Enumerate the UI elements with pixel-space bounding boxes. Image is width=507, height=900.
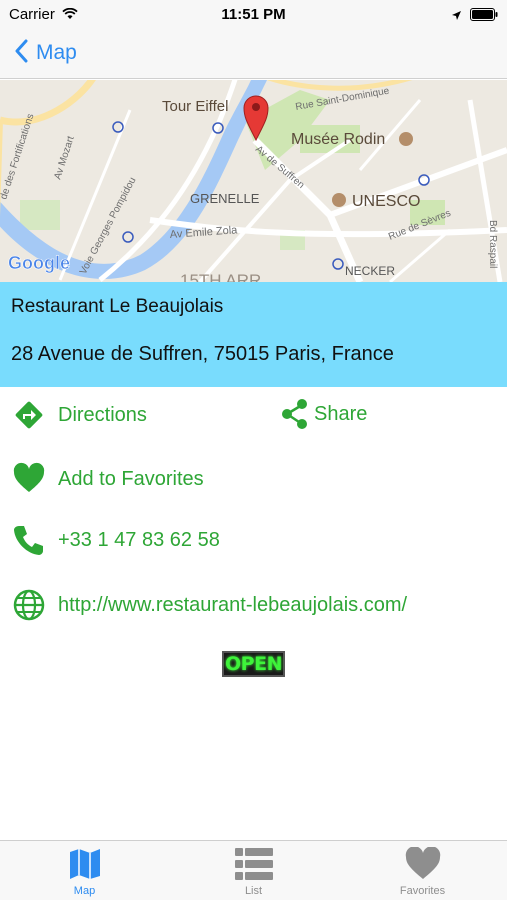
add-to-favorites-button[interactable]: Add to Favorites [12,462,204,496]
back-button[interactable]: Map [14,38,77,68]
navigation-bar: Map [0,28,507,79]
heart-icon [12,462,46,496]
map-view[interactable]: Tour Eiffel Rue Saint-Dominique Musée Ro… [0,80,507,282]
map-icon [0,847,169,881]
battery-icon [470,8,498,26]
tab-bar: Map List Favorites [0,840,507,900]
tab-list[interactable]: List [169,841,338,900]
directions-button[interactable]: Directions [12,398,147,432]
back-button-label: Map [36,41,77,64]
directions-icon [12,398,46,432]
tab-map[interactable]: Map [0,841,169,900]
map-label-grenelle: GRENELLE [190,191,260,206]
map-label-tour-eiffel: Tour Eiffel [162,98,228,115]
phone-icon [12,523,46,557]
clock: 11:51 PM [221,6,286,23]
directions-label: Directions [58,403,147,426]
tab-favorites[interactable]: Favorites [338,841,507,900]
open-sign-text: OPEN [225,653,282,675]
map-label-15th-arr: 15TH ARR. [180,271,266,282]
place-address: 28 Avenue de Suffren, 75015 Paris, Franc… [11,343,394,365]
map-label-necker: NECKER [345,264,395,278]
phone-number: +33 1 47 83 62 58 [58,528,220,551]
website-url: http://www.restaurant-lebeaujolais.com/ [58,593,408,616]
share-button[interactable]: Share [278,397,367,431]
chevron-left-icon [14,39,28,68]
status-bar: Carrier 11:51 PM [0,0,507,28]
phone-button[interactable]: +33 1 47 83 62 58 [12,523,220,557]
place-name: Restaurant Le Beaujolais [11,296,224,317]
website-link[interactable]: http://www.restaurant-lebeaujolais.com/ [12,588,407,622]
map-label-unesco: UNESCO [352,193,420,210]
map-label-musee-rodin: Musée Rodin [291,131,385,148]
share-icon [278,397,312,431]
tab-map-label: Map [73,885,96,897]
place-info-panel: Restaurant Le Beaujolais 28 Avenue de Su… [0,282,507,387]
open-sign: OPEN [222,651,285,677]
list-icon [169,847,338,881]
share-label: Share [314,402,368,425]
heart-icon [338,847,507,881]
globe-icon [12,588,46,622]
add-to-favorites-label: Add to Favorites [58,467,204,490]
map-label-bd-raspail: Bd Raspail [487,220,498,268]
location-arrow-icon [451,8,462,26]
google-logo: Google [8,253,70,273]
tab-list-label: List [244,885,263,897]
tab-favorites-label: Favorites [399,885,446,897]
